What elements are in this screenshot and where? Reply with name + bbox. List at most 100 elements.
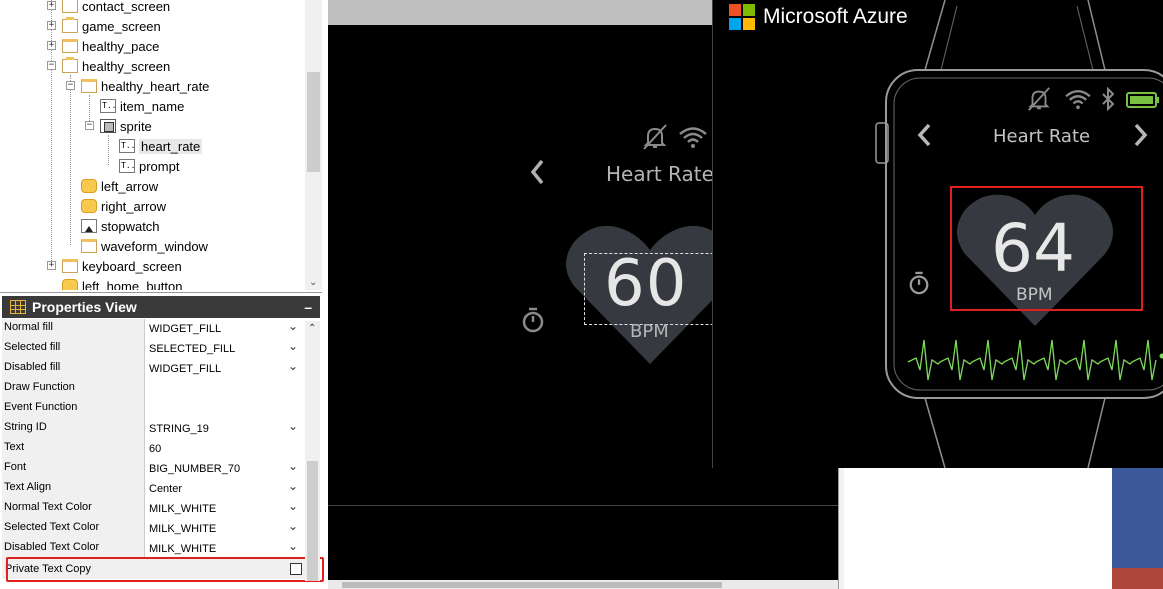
background-window-blue — [1112, 468, 1163, 568]
tree-expander-contact-screen[interactable]: + — [47, 1, 56, 10]
designer-title: Heart Rate — [606, 162, 714, 186]
property-value-field[interactable]: 60 — [145, 439, 302, 459]
azure-simulator-window: Microsoft Azure Heart Rate 64 BPM — [712, 0, 1163, 468]
property-row[interactable]: Draw Function — [2, 379, 302, 399]
tree-item-healthy-heart-rate[interactable]: healthy_heart_rate — [81, 76, 209, 96]
screen-folder-icon — [62, 57, 78, 73]
tree-item-label: heart_rate — [139, 138, 203, 154]
left-arrow-icon[interactable] — [915, 122, 933, 148]
window-icon — [81, 239, 97, 253]
property-row[interactable]: Disabled fill WIDGET_FILL — [2, 356, 302, 379]
tree-item-label: stopwatch — [101, 218, 160, 234]
stopwatch-icon — [909, 271, 929, 295]
button-icon — [62, 279, 78, 290]
property-value-select[interactable]: MILK_WHITE — [145, 516, 302, 539]
tree-item-label: waveform_window — [101, 238, 208, 254]
properties-grid-icon — [10, 300, 26, 314]
tree-item-left-arrow[interactable]: left_arrow — [81, 176, 158, 196]
property-name: Selected Text Color — [2, 519, 145, 539]
property-name: String ID — [2, 419, 145, 439]
property-row[interactable]: Normal Text Color MILK_WHITE — [2, 496, 302, 519]
tree-item-prompt[interactable]: T.. prompt — [119, 156, 179, 176]
tree-item-item-name[interactable]: T.. item_name — [100, 96, 184, 116]
tree-expander-sprite[interactable]: − — [85, 121, 94, 130]
property-name: Normal fill — [2, 319, 145, 339]
highlight-box — [950, 186, 1143, 311]
property-value-select[interactable]: MILK_WHITE — [145, 496, 302, 519]
azure-screen-title: Heart Rate — [993, 126, 1091, 147]
sprite-icon — [100, 119, 116, 133]
property-row[interactable]: Selected Text Color MILK_WHITE — [2, 516, 302, 539]
property-name: Text Align — [2, 479, 145, 499]
property-value-select[interactable]: WIDGET_FILL — [145, 316, 302, 339]
tree-item-label: sprite — [120, 118, 152, 134]
tree-item-label: healthy_pace — [82, 38, 160, 54]
canvas-lower-area — [328, 505, 838, 580]
tree-item-label: left_arrow — [101, 178, 159, 194]
tree-item-keyboard-screen[interactable]: keyboard_screen — [62, 256, 182, 276]
property-row[interactable]: String ID STRING_19 — [2, 416, 302, 439]
tree-item-game-screen[interactable]: game_screen — [62, 16, 161, 36]
property-row[interactable]: Disabled Text Color MILK_WHITE — [2, 536, 302, 559]
property-name: Normal Text Color — [2, 499, 145, 519]
tree-item-waveform-window[interactable]: waveform_window — [81, 236, 208, 256]
text-widget-icon: T.. — [119, 139, 135, 153]
property-value-field[interactable] — [145, 379, 302, 399]
tree-item-left-home-button[interactable]: left_home_button — [62, 276, 182, 290]
tree-item-right-arrow[interactable]: right_arrow — [81, 196, 166, 216]
tree-item-stopwatch[interactable]: stopwatch — [81, 216, 160, 236]
tree-item-label: contact_screen — [82, 0, 171, 14]
property-value-select[interactable]: WIDGET_FILL — [145, 356, 302, 379]
property-value-select[interactable]: BIG_NUMBER_70 — [145, 456, 302, 479]
property-row[interactable]: Selected fill SELECTED_FILL — [2, 336, 302, 359]
left-arrow-icon[interactable] — [528, 158, 546, 186]
properties-scrollbar[interactable]: ⌃ — [305, 321, 320, 581]
tree-item-label: healthy_screen — [82, 58, 171, 74]
minimize-button[interactable]: – — [304, 299, 312, 315]
window-icon — [62, 259, 78, 273]
property-value-select[interactable]: MILK_WHITE — [145, 536, 302, 559]
property-row[interactable]: Event Function — [2, 399, 302, 419]
background-window-red — [1112, 568, 1163, 589]
tree-item-healthy-pace[interactable]: healthy_pace — [62, 36, 159, 56]
image-icon — [81, 219, 97, 233]
stopwatch-icon — [522, 307, 544, 333]
tree-connector — [108, 135, 109, 165]
property-row[interactable]: Text Align Center — [2, 476, 302, 499]
canvas-horizontal-scrollbar[interactable] — [328, 580, 838, 589]
window-icon — [62, 39, 78, 53]
tree-item-healthy-screen[interactable]: healthy_screen — [62, 56, 170, 76]
tree-item-sprite[interactable]: sprite — [100, 116, 152, 136]
tree-scroll-thumb[interactable] — [307, 72, 320, 172]
tree-expander-healthy-pace[interactable]: + — [47, 41, 56, 50]
properties-scroll-thumb[interactable] — [307, 461, 318, 581]
property-value-select[interactable]: Center — [145, 476, 302, 499]
highlight-box — [6, 557, 324, 582]
property-name: Selected fill — [2, 339, 145, 359]
screen-folder-icon — [62, 0, 78, 13]
tree-scrollbar[interactable]: ⌄ — [305, 0, 322, 290]
wifi-icon — [679, 127, 707, 148]
wifi-icon — [1065, 90, 1091, 110]
property-value-field[interactable] — [145, 399, 302, 419]
tree-item-contact-screen[interactable]: contact_screen — [62, 0, 170, 16]
designer-bpm-unit: BPM — [630, 321, 669, 342]
property-row[interactable]: Font BIG_NUMBER_70 — [2, 456, 302, 479]
properties-header: Properties View – — [2, 296, 320, 318]
text-widget-icon: T.. — [119, 159, 135, 173]
scroll-down-icon[interactable]: ⌄ — [309, 277, 317, 288]
tree-expander-healthy-heart-rate[interactable]: − — [66, 81, 75, 90]
widget-tree: + + + − − − + contact_screen game_screen… — [0, 0, 322, 290]
property-row[interactable]: Text 60 — [2, 439, 302, 459]
property-name: Text — [2, 439, 145, 459]
right-arrow-icon[interactable] — [1132, 122, 1150, 148]
canvas-scroll-thumb[interactable] — [342, 582, 722, 588]
property-value-select[interactable]: STRING_19 — [145, 416, 302, 439]
property-row[interactable]: Normal fill WIDGET_FILL — [2, 316, 302, 339]
tree-item-heart-rate[interactable]: T.. heart_rate — [119, 136, 203, 156]
tree-expander-keyboard-screen[interactable]: + — [47, 261, 56, 270]
tree-expander-healthy-screen[interactable]: − — [47, 61, 56, 70]
scroll-up-icon[interactable]: ⌃ — [308, 323, 316, 334]
property-value-select[interactable]: SELECTED_FILL — [145, 336, 302, 359]
tree-expander-game-screen[interactable]: + — [47, 21, 56, 30]
